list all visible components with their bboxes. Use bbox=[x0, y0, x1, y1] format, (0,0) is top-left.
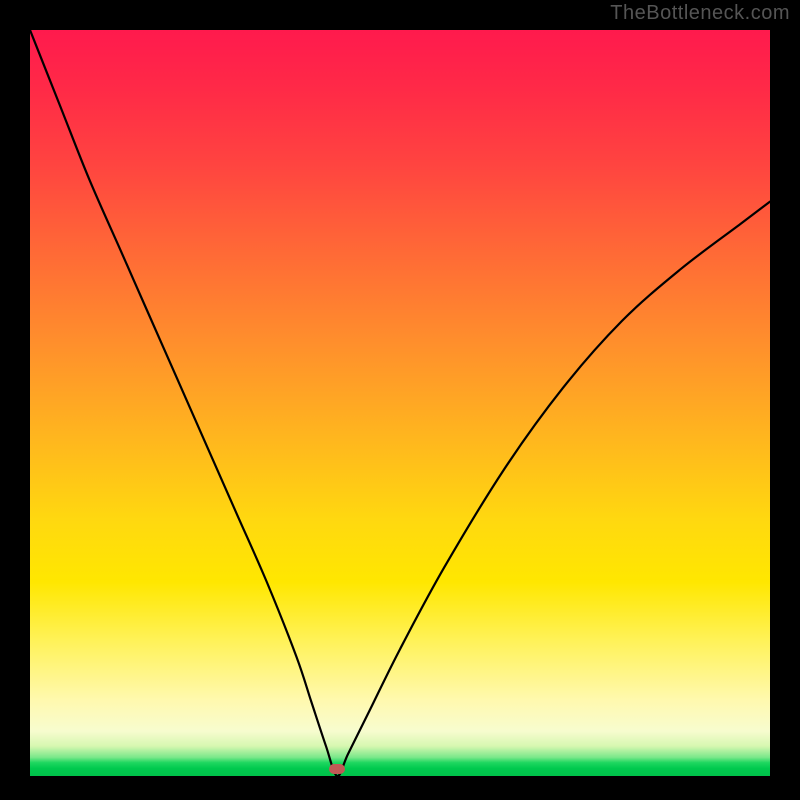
chart-background-gradient bbox=[30, 30, 770, 776]
minimum-marker bbox=[329, 764, 345, 774]
chart-container: TheBottleneck.com bbox=[0, 0, 800, 800]
watermark-text: TheBottleneck.com bbox=[610, 2, 790, 25]
